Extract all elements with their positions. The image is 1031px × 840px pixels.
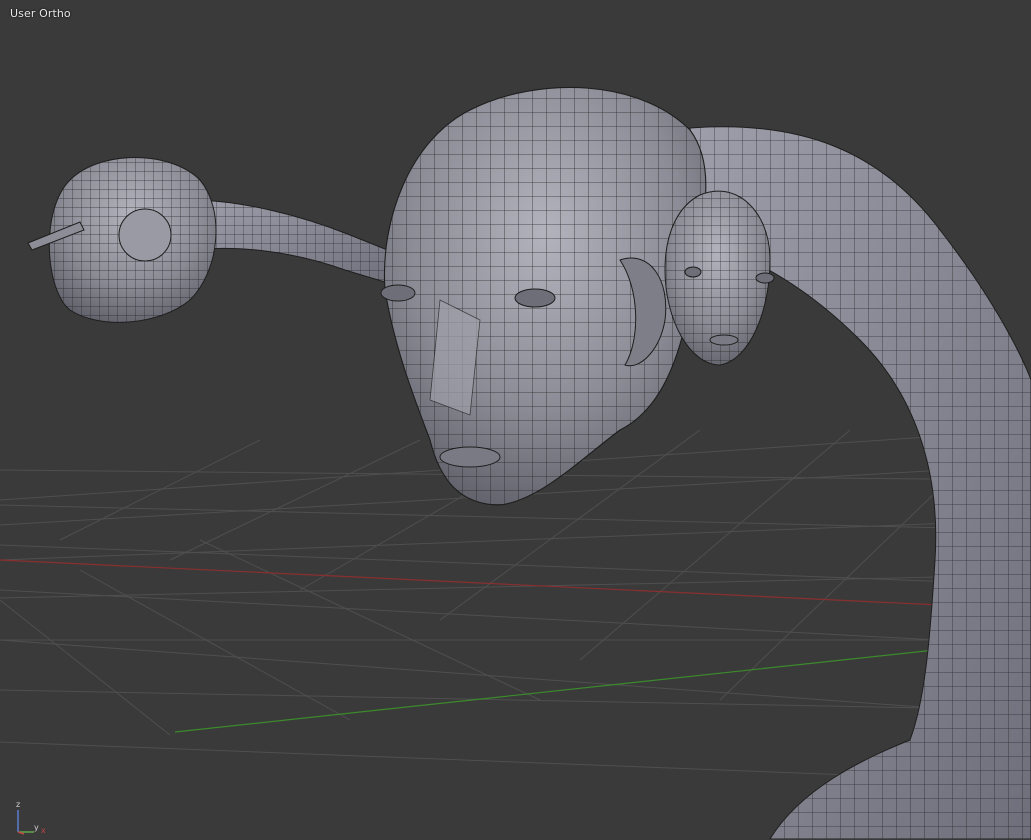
left-stalk-mesh	[189, 199, 401, 286]
axis-z-label: z	[16, 800, 21, 809]
main-head-mesh	[380, 86, 707, 506]
left-head-mesh	[27, 157, 217, 323]
axis-gizmo: z y x	[12, 800, 52, 836]
y-axis-line	[174, 649, 936, 733]
axis-y-label: y	[34, 823, 39, 832]
3d-viewport[interactable]: User Ortho z y x	[0, 0, 1031, 839]
view-mode-label: User Ortho	[10, 7, 71, 20]
scene-canvas[interactable]	[0, 0, 1031, 839]
axis-x-label: x	[41, 826, 46, 835]
